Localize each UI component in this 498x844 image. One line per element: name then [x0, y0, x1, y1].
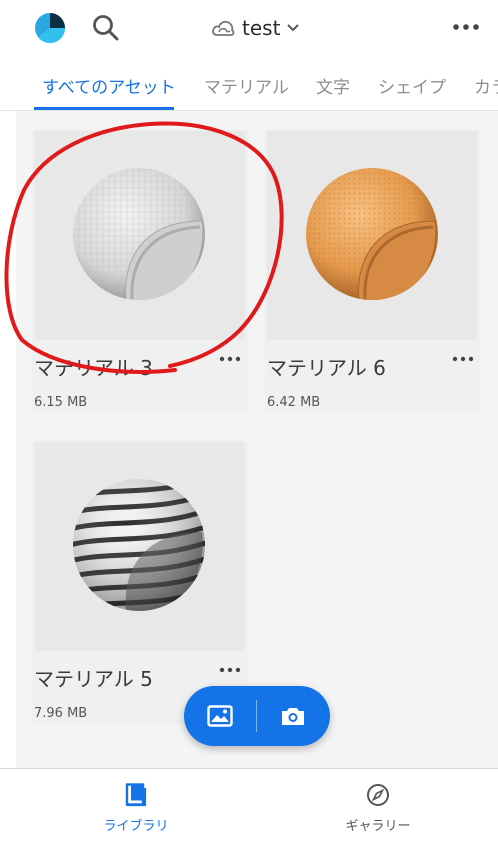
more-options-icon[interactable] — [448, 14, 484, 40]
compass-icon — [367, 784, 389, 806]
asset-name: マテリアル 6 — [267, 356, 386, 380]
asset-tabs: すべてのアセット マテリアル 文字 シェイプ カラ — [0, 60, 498, 111]
creative-cloud-icon — [212, 20, 235, 36]
library-name: test — [242, 16, 281, 40]
nav-gallery[interactable]: ギャラリー — [278, 769, 478, 844]
tab-shapes[interactable]: シェイプ — [378, 73, 446, 98]
asset-thumbnail[interactable] — [34, 131, 245, 340]
chevron-down-icon — [287, 24, 300, 32]
more-options-icon[interactable] — [218, 662, 242, 678]
tab-materials[interactable]: マテリアル — [204, 73, 289, 98]
add-asset-pill — [184, 686, 330, 746]
material-sphere-orange — [306, 168, 438, 300]
library-icon — [125, 783, 147, 807]
library-selector[interactable]: test — [210, 14, 300, 42]
top-bar: test — [0, 0, 498, 58]
capture-button[interactable] — [257, 686, 329, 746]
active-tab-indicator — [34, 107, 174, 110]
nav-library-label: ライブラリ — [103, 819, 169, 834]
nav-library[interactable]: ライブラリ — [36, 769, 236, 844]
bottom-navigation: ライブラリ ギャラリー — [0, 768, 498, 844]
add-image-button[interactable] — [184, 686, 256, 746]
asset-card[interactable]: マテリアル 3 6.15 MB — [32, 129, 248, 413]
more-options-icon[interactable] — [218, 351, 242, 367]
material-sphere-stripes — [73, 479, 205, 611]
asset-name: マテリアル 5 — [34, 667, 153, 691]
asset-grid: マテリアル 3 6.15 MB マテリアル 6 6.42 MB マテリアル 5 … — [16, 111, 498, 768]
asset-name: マテリアル 3 — [34, 356, 153, 380]
more-options-icon[interactable] — [451, 351, 475, 367]
tab-colors[interactable]: カラ — [474, 73, 498, 98]
nav-gallery-label: ギャラリー — [345, 819, 411, 834]
asset-thumbnail[interactable] — [34, 442, 245, 651]
asset-card[interactable]: マテリアル 5 7.96 MB — [32, 440, 248, 724]
camera-icon — [282, 708, 304, 725]
material-sphere-white — [73, 168, 205, 300]
asset-size: 6.42 MB — [267, 395, 321, 410]
tab-all-assets[interactable]: すべてのアセット — [42, 73, 176, 98]
asset-size: 6.15 MB — [34, 395, 88, 410]
asset-thumbnail[interactable] — [267, 131, 478, 340]
asset-size: 7.96 MB — [34, 706, 88, 721]
search-icon[interactable] — [90, 12, 122, 44]
asset-card[interactable]: マテリアル 6 6.42 MB — [265, 129, 481, 413]
image-icon — [207, 705, 233, 727]
app-logo-icon[interactable] — [34, 12, 66, 44]
tab-text[interactable]: 文字 — [316, 73, 350, 98]
